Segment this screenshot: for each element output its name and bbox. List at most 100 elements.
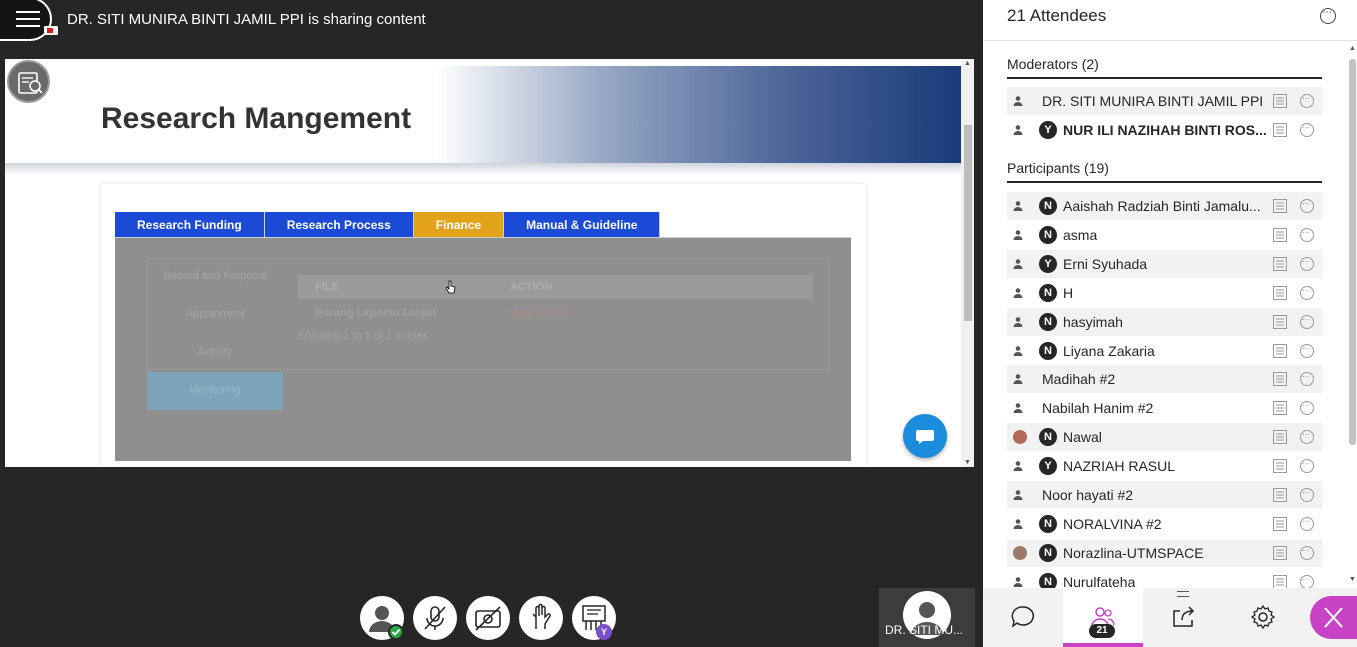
- list-icon: [1273, 545, 1287, 560]
- camera-toggle-button[interactable]: [466, 596, 510, 640]
- session-menu-button[interactable]: [0, 0, 58, 41]
- person-icon: [1013, 490, 1023, 500]
- attendee-row[interactable]: Y Erni Syuhada: [1007, 249, 1322, 278]
- tab-manual-guideline[interactable]: Manual & Guideline: [504, 212, 661, 238]
- tab-finance[interactable]: Finance: [413, 212, 505, 238]
- more-options-icon[interactable]: [1300, 314, 1314, 329]
- person-icon: [1013, 403, 1023, 414]
- tab-attendees[interactable]: 21: [1063, 588, 1189, 647]
- side-menu-item[interactable]: Record and Proposal: [147, 258, 283, 296]
- side-menu-item[interactable]: Appoinment: [147, 296, 283, 334]
- attendee-name: Liyana Zakaria: [1063, 342, 1155, 359]
- more-options-icon[interactable]: [1300, 227, 1314, 242]
- more-options-icon[interactable]: [1300, 371, 1314, 387]
- attendee-row[interactable]: Nabilah Hanim #2: [1007, 394, 1322, 422]
- attendee-row[interactable]: Nasma: [1007, 221, 1322, 249]
- tab-chat[interactable]: [983, 588, 1063, 647]
- chat-widget-button[interactable]: [903, 414, 947, 458]
- microphone-toggle-button[interactable]: [413, 596, 457, 640]
- panel-header: 21 Attendees: [983, 0, 1357, 41]
- person-icon: [1013, 125, 1023, 135]
- tab-settings[interactable]: [1223, 588, 1303, 647]
- attendee-name: NAZRIAH RASUL: [1063, 458, 1176, 475]
- camera-off-icon: [475, 606, 501, 631]
- more-options-icon[interactable]: [1300, 458, 1314, 474]
- more-options-icon[interactable]: [1300, 487, 1314, 502]
- more-options-icon[interactable]: [1300, 93, 1314, 108]
- share-content-button[interactable]: Y: [572, 596, 616, 640]
- panel-tab-bar: 21: [983, 588, 1357, 647]
- more-options-icon[interactable]: [1320, 6, 1336, 24]
- attendee-row[interactable]: NH: [1007, 279, 1322, 307]
- more-options-icon[interactable]: [1300, 285, 1314, 300]
- side-menu-item-active[interactable]: Monitoring: [147, 372, 283, 410]
- status-badge: N: [1039, 197, 1057, 215]
- attendee-row[interactable]: N Liyana Zakaria: [1007, 337, 1322, 365]
- list-icon: [1273, 430, 1287, 445]
- attendee-row[interactable]: N Nawal: [1007, 423, 1322, 452]
- attendee-name: DR. SITI MUNIRA BINTI JAMIL PPI: [1042, 93, 1264, 109]
- avatar: [1013, 430, 1027, 445]
- attendee-name: Norazlina-UTMSPACE: [1063, 544, 1204, 561]
- person-icon: [1013, 201, 1023, 211]
- panel-title: 21 Attendees: [1007, 6, 1107, 25]
- video-tile-name: DR. SITI MU...: [885, 623, 963, 637]
- status-check-icon: [388, 624, 404, 640]
- tab-share-content[interactable]: [1143, 588, 1223, 647]
- top-bar: DR. SITI MUNIRA BINTI JAMIL PPI is shari…: [0, 0, 983, 41]
- more-options-icon[interactable]: [1300, 343, 1314, 358]
- participants-heading: Participants (19): [1007, 160, 1109, 176]
- view-pdf-link[interactable]: View in PDF: [510, 299, 710, 327]
- my-status-button[interactable]: [360, 596, 404, 640]
- more-options-icon[interactable]: [1300, 545, 1314, 560]
- list-icon: [1273, 285, 1287, 300]
- table-info: Showing 1 to 1 of 1 entries: [298, 330, 429, 342]
- content-banner: Research Mangement: [5, 66, 961, 163]
- person-icon: [1013, 230, 1023, 240]
- person-icon: [1013, 258, 1023, 269]
- attendee-row[interactable]: N NORALVINA #2: [1007, 510, 1322, 538]
- attendee-name: Nawal: [1063, 429, 1102, 446]
- attendee-row[interactable]: Nhasyimah: [1007, 307, 1322, 336]
- more-options-icon[interactable]: [1300, 516, 1314, 531]
- tab-body: Record and Proposal Appoinment Activity …: [115, 238, 851, 461]
- status-badge: N: [1039, 283, 1057, 302]
- attendee-row[interactable]: DR. SITI MUNIRA BINTI JAMIL PPI: [1007, 87, 1322, 115]
- banner-title: Research Mangement: [101, 102, 412, 135]
- raise-hand-icon: [532, 603, 551, 629]
- attendee-row[interactable]: N Norazlina-UTMSPACE: [1007, 538, 1322, 567]
- list-icon: [1273, 516, 1287, 531]
- attendee-row[interactable]: N Aaishah Radziah Binti Jamalu...: [1007, 192, 1322, 220]
- attendee-row[interactable]: Noor hayati #2: [1007, 481, 1322, 509]
- content-scrollbar[interactable]: ▲ ▼: [961, 59, 974, 467]
- attendees-panel: 21 Attendees Moderators (2) DR. SITI MUN…: [983, 0, 1357, 591]
- more-options-icon[interactable]: [1300, 256, 1314, 271]
- chat-icon: [1011, 606, 1035, 628]
- attendee-row[interactable]: Y NUR ILI NAZIHAH BINTI ROS...: [1007, 116, 1322, 144]
- more-options-icon[interactable]: [1300, 574, 1314, 589]
- side-menu-item[interactable]: Activity: [147, 334, 283, 372]
- zoom-content-button[interactable]: [7, 60, 50, 103]
- person-icon: [1013, 519, 1023, 529]
- table-row: Borang Laporan Lanjut View in PDF: [298, 299, 813, 327]
- table-header: FILE ACTION: [298, 275, 813, 299]
- raise-hand-button[interactable]: [519, 596, 563, 640]
- attendee-name: asma: [1063, 226, 1098, 243]
- status-badge: N: [1039, 543, 1057, 562]
- list-icon: [1273, 123, 1287, 137]
- more-options-icon[interactable]: [1300, 198, 1314, 213]
- tab-research-process[interactable]: Research Process: [264, 212, 414, 238]
- list-icon: [1273, 314, 1287, 329]
- panel-scrollbar[interactable]: ▲ ▼: [1348, 41, 1357, 588]
- person-icon: [1013, 576, 1023, 587]
- more-options-icon[interactable]: [1300, 400, 1314, 416]
- attendee-name: hasyimah: [1063, 313, 1123, 330]
- tab-research-funding[interactable]: Research Funding: [115, 212, 265, 238]
- video-tile[interactable]: DR. SITI MU...: [879, 588, 975, 647]
- attendee-row[interactable]: Madihah #2: [1007, 365, 1322, 394]
- close-panel-button[interactable]: [1310, 596, 1357, 639]
- more-options-icon[interactable]: [1300, 122, 1314, 137]
- attendee-row[interactable]: Y NAZRIAH RASUL: [1007, 452, 1322, 480]
- more-options-icon[interactable]: [1300, 429, 1314, 445]
- attendee-name: Noor hayati #2: [1042, 487, 1134, 503]
